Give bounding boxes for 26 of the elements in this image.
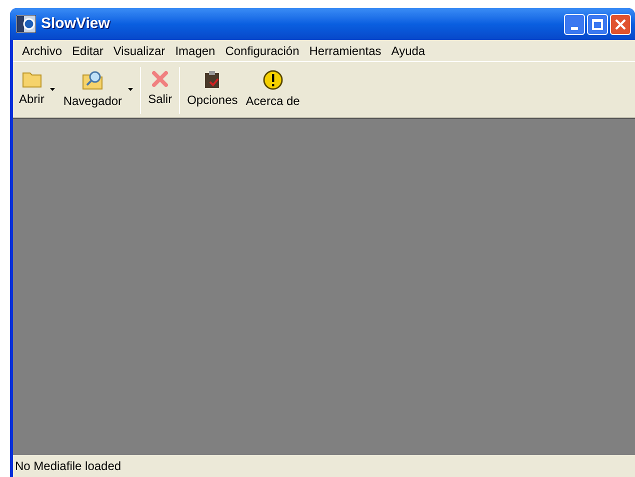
toolbar-button[interactable]: Opciones <box>183 64 242 114</box>
x-icon <box>151 70 170 88</box>
menu-item[interactable]: Visualizar <box>108 42 170 60</box>
exclamation-icon <box>262 70 283 90</box>
folder-magnifier-icon <box>82 70 104 90</box>
menu-item[interactable]: Imagen <box>170 42 220 60</box>
menu-item[interactable]: Ayuda <box>386 42 430 60</box>
caret-icon <box>50 88 56 90</box>
menu-item[interactable]: Archivo <box>17 42 68 60</box>
clipboard-icon <box>204 70 220 89</box>
caret-icon <box>128 88 134 90</box>
folder-icon <box>22 70 42 88</box>
menu-item[interactable]: Editar <box>67 42 108 60</box>
menu-item[interactable]: Herramientas <box>304 42 386 60</box>
minimize-button[interactable] <box>564 14 585 34</box>
close-button[interactable] <box>610 14 631 34</box>
window-title: SlowView <box>41 14 110 34</box>
status-text: No Mediafile loaded <box>15 458 122 475</box>
toolbar-button[interactable]: Acerca de <box>242 64 304 114</box>
close-icon <box>615 18 626 30</box>
app-icon <box>16 15 36 33</box>
toolbar-button[interactable]: Salir <box>144 64 176 114</box>
toolbar-button[interactable]: Abrir <box>15 64 60 114</box>
toolbar-button[interactable]: Navegador <box>59 64 138 114</box>
maximize-button[interactable] <box>587 14 608 34</box>
menu-item[interactable]: Configuración <box>220 42 304 60</box>
